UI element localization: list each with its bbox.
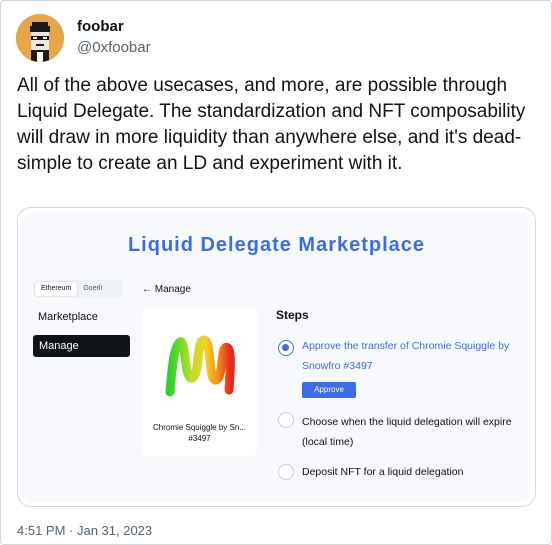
network-toggle: Ethereum Goerli: [33, 280, 123, 298]
marketplace-screenshot: Liquid Delegate Marketplace Ethereum Goe…: [22, 212, 531, 502]
step-2-radio: [278, 412, 294, 428]
back-manage-link: ← Manage: [142, 284, 191, 295]
step-1-text: Approve the transfer of Chromie Squiggle…: [302, 340, 510, 372]
embedded-image[interactable]: Liquid Delegate Marketplace Ethereum Goe…: [17, 207, 536, 507]
step-3-text: Deposit NFT for a liquid delegation: [302, 466, 464, 478]
avatar[interactable]: [16, 14, 64, 62]
tweet-text: All of the above usecases, and more, are…: [17, 75, 526, 174]
nav-marketplace: Marketplace: [38, 311, 98, 323]
nav-manage: Manage: [33, 335, 130, 357]
nft-card: Chromie Squiggle by Sn... #3497: [142, 308, 257, 456]
marketplace-title: Liquid Delegate Marketplace: [127, 234, 426, 256]
tweet-timestamp[interactable]: 4:51 PM · Jan 31, 2023: [17, 523, 152, 538]
pixel-punk-avatar-icon: [16, 14, 64, 62]
network-goerli: Goerli: [83, 285, 103, 292]
step-3-radio: [278, 464, 294, 480]
approve-button: Approve: [302, 382, 356, 398]
chromie-squiggle-icon: [165, 335, 235, 397]
steps-title: Steps: [276, 308, 309, 322]
nft-caption: Chromie Squiggle by Sn... #3497: [153, 423, 246, 443]
user-handle[interactable]: @0xfoobar: [77, 39, 151, 56]
display-name[interactable]: foobar: [77, 18, 124, 35]
network-ethereum: Ethereum: [35, 282, 78, 296]
step-1-radio: [278, 340, 294, 356]
step-2-text: Choose when the liquid delegation will e…: [302, 416, 512, 448]
tweet-card: foobar @0xfoobar All of the above usecas…: [0, 0, 552, 545]
